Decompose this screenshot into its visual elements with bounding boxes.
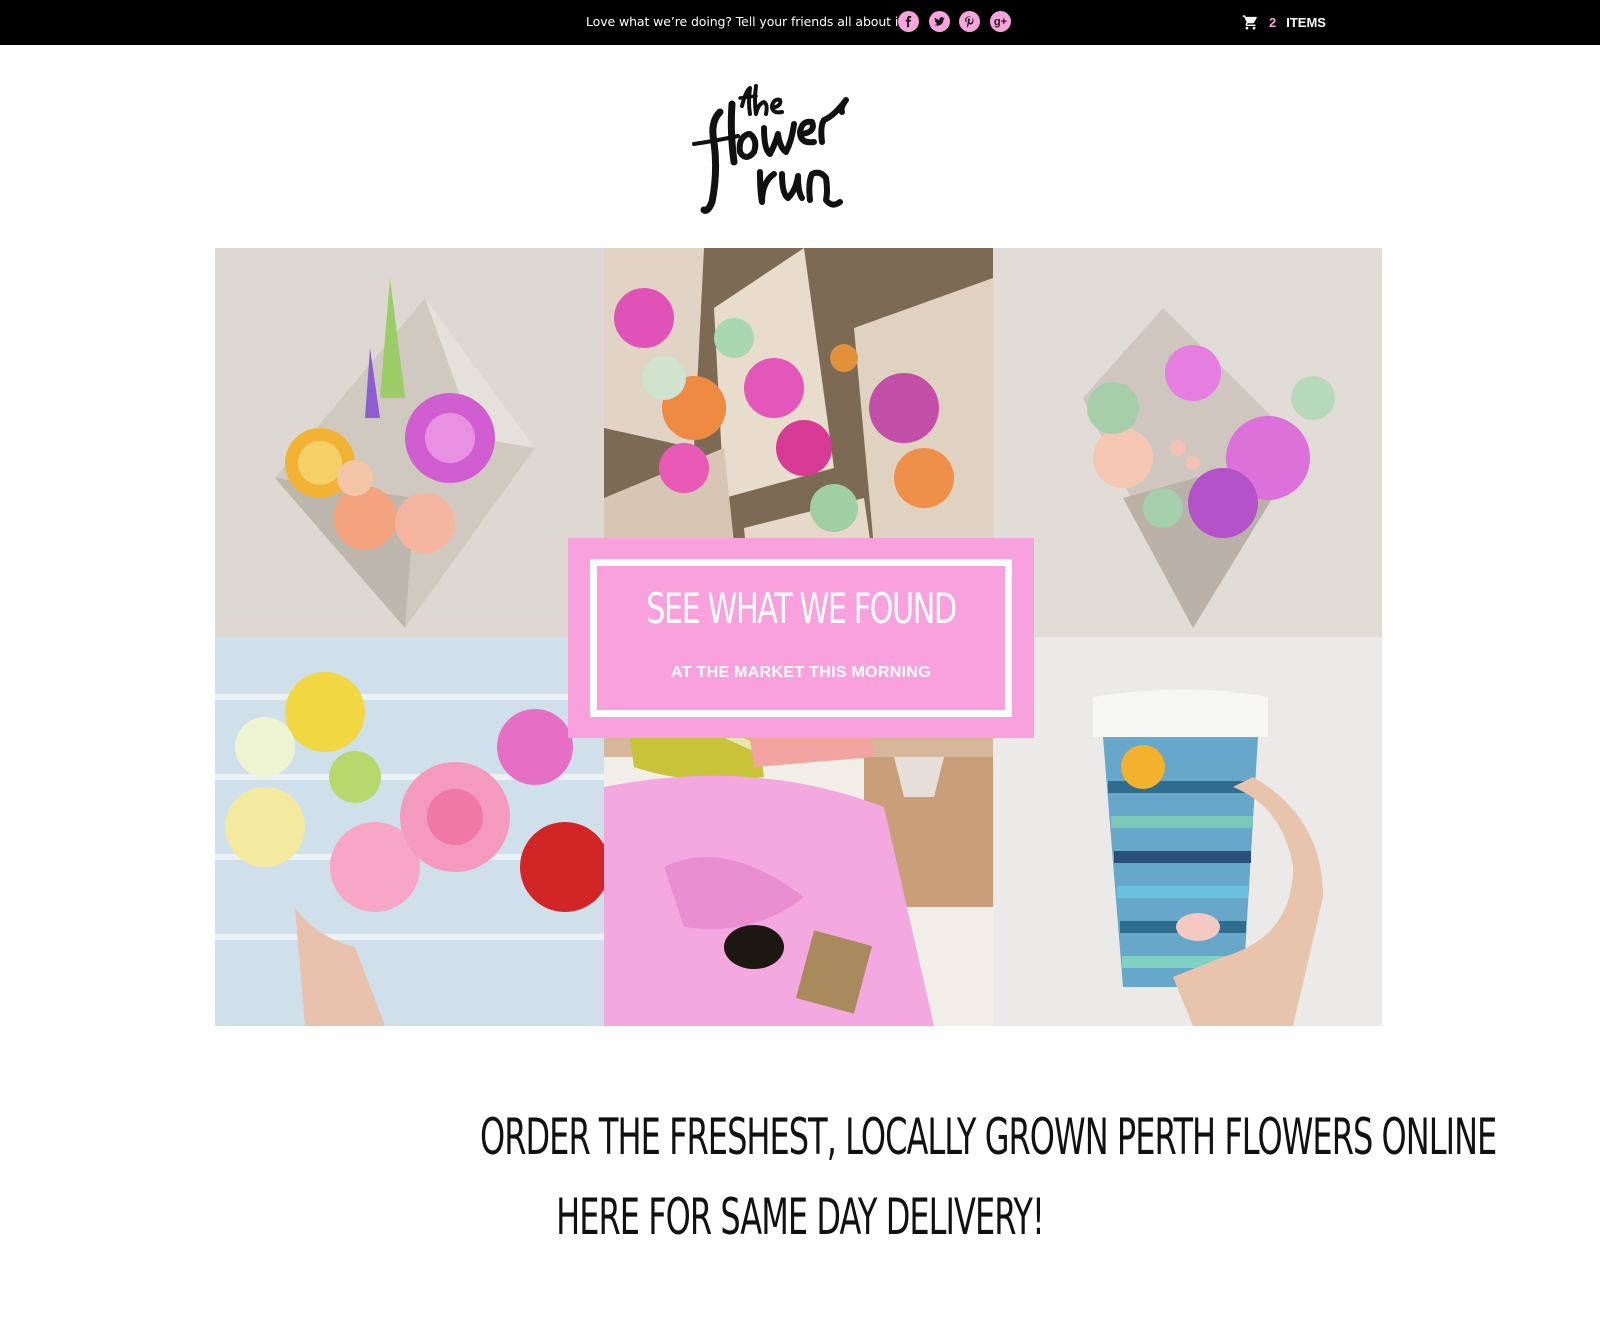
coffee-cup-photo	[993, 637, 1382, 1026]
shopping-cart-icon	[1242, 14, 1257, 30]
banner-title: SEE WHAT WE FOUND	[646, 584, 957, 633]
top-bar: Love what we’re doing? Tell your friends…	[0, 0, 1600, 45]
site-logo[interactable]	[690, 82, 910, 218]
cart-label: ITEMS	[1286, 14, 1326, 30]
rose-cone-photo	[993, 248, 1382, 637]
headline-line-2: HERE FOR SAME DAY DELIVERY!	[556, 1188, 1045, 1246]
google-plus-icon[interactable]: g+	[990, 11, 1011, 32]
cart-button[interactable]: 2 ITEMS	[1242, 12, 1326, 32]
market-banner[interactable]: SEE WHAT WE FOUND AT THE MARKET THIS MOR…	[568, 538, 1034, 738]
twitter-icon[interactable]	[929, 11, 950, 32]
pinterest-icon[interactable]	[959, 11, 980, 32]
banner-frame	[590, 559, 1012, 717]
facebook-icon[interactable]	[898, 11, 919, 32]
cart-count: 2	[1269, 14, 1277, 30]
share-message: Love what we’re doing? Tell your friends…	[586, 14, 908, 29]
bouquet-cone-photo	[215, 248, 604, 637]
headline-line-1: ORDER THE FRESHEST, LOCALLY GROWN PERTH …	[480, 1108, 1497, 1166]
banner-subtitle: AT THE MARKET THIS MORNING	[671, 664, 931, 681]
rose-crown-photo	[215, 637, 604, 1026]
google-plus-glyph: g+	[993, 15, 1008, 28]
